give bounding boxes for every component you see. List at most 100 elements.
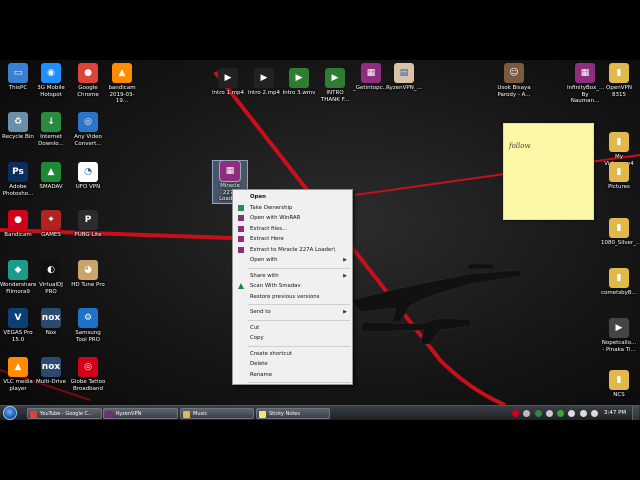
desktop-icon[interactable]: ▦ _Getintopc.... [353,63,390,92]
desktop-icon-label: VEGAS Pro 15.0 [3,330,33,343]
desktop-icon[interactable]: nox Nox [33,308,69,337]
desktop-icon-label: Nox [45,330,57,336]
desktop-icon-image: P [78,210,98,230]
taskbar-button[interactable]: YouTube - Google C... [27,408,102,419]
desktop-icon[interactable]: ▭ ThisPC [0,63,36,92]
tray-icon[interactable] [580,410,587,417]
desktop-icon[interactable]: ● Bandicam [0,210,36,239]
menu-item-share-with[interactable]: Share with ▶ [235,271,351,281]
desktop-icon[interactable]: ▲ SMADAV [33,162,69,191]
desktop-icon-image: ▭ [8,63,28,83]
desktop-icon[interactable]: ◆ Wondershare Filmora9 [0,260,36,295]
desktop[interactable]: ▭ ThisPC ◉ 3G Mobile Hotspot ● Google Chrome ▲… [0,60,640,420]
desktop-icon[interactable]: ↓ Internet Downlo... [33,112,69,147]
menu-item-scan-with-smadav[interactable]: Scan With Smadav [235,281,351,291]
menu-item-label: Take Ownership [250,204,293,211]
desktop-icon[interactable]: ▶ INTRO THANK F... [317,68,353,103]
taskbar-button[interactable]: Sticky Notes [256,408,330,419]
desktop-icon[interactable]: ▮ Pictures [601,162,637,191]
desktop-icon[interactable]: ● Google Chrome [70,63,106,98]
desktop-icon[interactable]: ▮ OpenVPN 8315 [601,63,637,98]
desktop-icon-label: RyzenVPN_... [386,85,422,91]
desktop-icon-image: ◔ [78,162,98,182]
menu-item-open-with-winrar[interactable]: Open with WinRAR [235,213,351,223]
menu-item-label: Send to [250,309,271,315]
menu-item-create-shortcut[interactable]: Create shortcut [235,349,351,359]
menu-item-copy[interactable]: Copy [235,333,351,343]
taskbar-button[interactable]: Music [180,408,254,419]
desktop-icon[interactable]: ▮ 1080_Silver_... [601,218,640,247]
desktop-icon[interactable]: ▶ Intro 3.wmv [281,68,317,97]
menu-item-label: Extract files... [250,225,288,232]
menu-item-rename[interactable]: Rename [235,370,351,380]
desktop-icon-label: 1080_Silver_... [601,240,640,246]
desktop-icon-image: ▶ [254,68,274,88]
desktop-icon[interactable]: ⚙ Samsung Tool PRO [70,308,106,343]
desktop-icon[interactable]: ◎ Globe Tattoo Broadband [70,357,106,392]
desktop-icon[interactable]: ▦ InfinityBox_... By Nauman... [567,63,605,105]
desktop-icon[interactable]: ◉ 3G Mobile Hotspot [33,63,69,98]
desktop-icon[interactable]: ◔ UFO VPN [70,162,106,191]
desktop-icon-image: ▲ [41,162,61,182]
desktop-icon[interactable]: ☺ Usok Bisaya Parody - A... [496,63,532,98]
menu-item-send-to[interactable]: Send to ▶ [235,307,351,317]
desktop-icon[interactable]: ▶ Intro 2.mp4 [246,68,282,97]
menu-item-properties[interactable]: Properties [235,385,351,395]
tray-icon[interactable] [535,410,542,417]
menu-item-extract-files[interactable]: Extract files... [235,224,351,234]
desktop-icon[interactable]: ▤ RyzenVPN_... [386,63,422,92]
taskbar-button[interactable]: RyzenVPN [103,408,178,419]
menu-item-delete[interactable]: Delete [235,359,351,369]
desktop-icon-image: ▦ [575,63,595,83]
show-desktop-button[interactable] [632,406,639,420]
desktop-icon[interactable]: ▲ VLC media player [0,357,36,392]
clock[interactable]: 3:47 PM [604,408,626,419]
submenu-arrow-icon: ▶ [343,309,347,315]
desktop-icon-image: ▶ [218,68,238,88]
menu-item-cut[interactable]: Cut [235,323,351,333]
menu-item-restore-previous-versions[interactable]: Restore previous versions [235,292,351,302]
desktop-icon[interactable]: ▶ Nopetcallo... - Pinaka Ti... [601,318,637,353]
menu-separator [248,382,350,383]
desktop-icon-label: InfinityBox_... By Nauman... [567,85,605,104]
tray-icon[interactable] [523,410,530,417]
sticky-note[interactable]: follow [503,123,594,220]
start-button[interactable] [3,406,17,420]
desktop-icon[interactable]: ✦ GAMES [33,210,69,239]
tray-icon[interactable] [557,410,564,417]
tray-icon[interactable] [512,410,519,417]
desktop-icon-image: ▶ [609,318,629,338]
tray-icon[interactable] [546,410,553,417]
desktop-icon[interactable]: ▮ cometsbyB... [601,268,637,297]
desktop-icon-label: Multi-Drive [35,379,67,385]
rifle-silhouette [351,263,591,345]
desktop-icon[interactable]: Ps Adobe Photosho... [0,162,36,197]
menu-item-label: Extract Here [250,236,284,242]
tray-icon[interactable] [568,410,575,417]
desktop-icon-label: Usok Bisaya Parody - A... [497,85,531,98]
menu-item-open[interactable]: Open [235,192,351,202]
winrar-icon [238,215,244,221]
menu-item-extract-here[interactable]: Extract Here [235,234,351,244]
desktop-icon[interactable]: ▲ bandicam 2019-03-19... [104,63,140,105]
desktop-icon-label: HD Tune Pro [71,282,105,288]
desktop-icon[interactable]: P PUBG Lite [70,210,106,239]
tray-icon[interactable] [591,410,598,417]
desktop-icon-image: ▮ [609,370,629,390]
desktop-icon[interactable]: ◕ HD Tune Pro [70,260,106,289]
menu-item-open-with[interactable]: Open with ▶ [235,255,351,265]
desktop-icon[interactable]: ♻ Recycle Bin [0,112,36,141]
desktop-icon-label: GAMES [41,232,61,238]
desktop-icon[interactable]: ◐ VirtualDJ PRO [33,260,69,295]
desktop-icon[interactable]: ▮ NCS [601,370,637,399]
desktop-icon-image: ⚙ [78,308,98,328]
desktop-icon[interactable]: ◎ Any Video Convert... [70,112,106,147]
menu-item-extract-to-miracle-227a-loader[interactable]: Extract to Miracle 227A Loader\ [235,245,351,255]
menu-item-label: Restore previous versions [250,293,320,300]
sticky-note-text[interactable]: follow [509,142,531,150]
desktop-icon[interactable]: ▶ Intro 1.mp4 [210,68,246,97]
desktop-icon[interactable]: nox Multi-Drive [33,357,69,386]
menu-item-take-ownership[interactable]: Take Ownership [235,203,351,213]
desktop-icon[interactable]: V VEGAS Pro 15.0 [0,308,36,343]
menu-item-label: Rename [250,371,273,378]
